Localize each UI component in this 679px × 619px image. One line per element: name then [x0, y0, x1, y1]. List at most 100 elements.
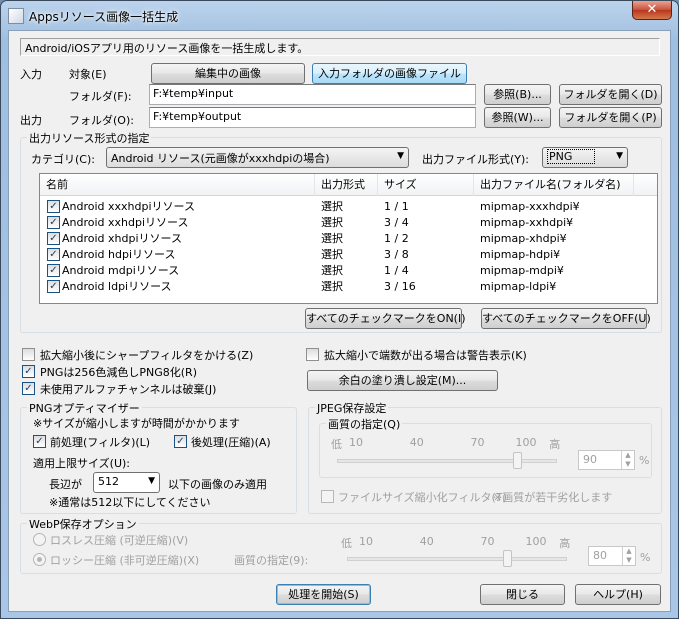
post-process-checkbox[interactable]: ✓ [174, 435, 187, 448]
output-open-folder-button[interactable]: フォルダを開く(P) [559, 107, 662, 128]
spin-up-icon[interactable]: ▲ [621, 451, 634, 460]
resource-row-file: mipmap-xhdpi¥ [480, 232, 567, 245]
title-bar[interactable]: Appsリソース画像一括生成 ✕ [1, 1, 678, 31]
resource-row[interactable]: ✓ Android hdpiリソース 選択 3 / 8 mipmap-hdpi¥ [40, 247, 657, 263]
spin-up-icon[interactable]: ▲ [622, 547, 635, 556]
resource-row[interactable]: ✓ Android xxhdpiリソース 選択 3 / 4 mipmap-xxhdpi¥ [40, 215, 657, 231]
jpeg-group-label: JPEG保存設定 [315, 400, 389, 416]
resource-row-file: mipmap-xxhdpi¥ [480, 216, 574, 229]
limit-note: ※通常は512以下にしてください [49, 496, 211, 509]
output-folder-field[interactable]: F:¥temp¥output [149, 107, 476, 128]
webp-scale-label: 40 [419, 535, 434, 548]
input-open-folder-button[interactable]: フォルダを開く(D) [559, 84, 662, 105]
resource-row-name: Android xxhdpiリソース [62, 216, 189, 229]
column-header-size[interactable]: サイズ [378, 174, 474, 196]
limit-size-label: 適用上限サイズ(U): [33, 457, 131, 470]
sharpen-label[interactable]: 拡大縮小後にシャープフィルタをかける(Z) [40, 347, 253, 363]
png-optimizer-note: ※サイズが縮小しますが時間がかかります [33, 417, 240, 430]
pre-process-label[interactable]: 前処理(フィルタ)(L) [50, 434, 150, 450]
close-window-button[interactable]: ✕ [632, 1, 672, 20]
start-process-button[interactable]: 処理を開始(S) [276, 584, 371, 605]
resource-row-checkbox[interactable]: ✓ [47, 216, 60, 229]
resource-row-name: Android hdpiリソース [62, 248, 176, 261]
check-all-on-button[interactable]: すべてのチェックマークをON(I) [305, 308, 466, 329]
close-button[interactable]: 閉じる [480, 584, 565, 605]
webp-quality-slider-track[interactable] [347, 557, 567, 561]
column-header-name[interactable]: 名前 [40, 174, 315, 196]
long-side-select[interactable]: 512 ▼ [93, 472, 160, 493]
webp-lossy-label[interactable]: ロッシー圧縮 (非可逆圧縮)(X) [50, 552, 199, 568]
webp-lossy-radio[interactable] [33, 553, 46, 566]
output-section-label: 出力 [20, 114, 42, 127]
post-process-label[interactable]: 後処理(圧縮)(A) [191, 434, 271, 450]
webp-scale-label: 低 [341, 537, 352, 550]
help-button[interactable]: ヘルプ(H) [575, 584, 661, 605]
jpeg-quality-value: 90 [583, 453, 597, 466]
png-optimizer-group-label: PNGオプティマイザー [27, 400, 142, 416]
resource-row-format: 選択 [321, 200, 343, 213]
category-select[interactable]: Android リソース(元画像がxxxhdpiの場合) ▼ [106, 147, 409, 168]
jpeg-scale-label: 10 [349, 436, 363, 449]
resource-row-checkbox[interactable]: ✓ [47, 248, 60, 261]
input-folder-label: フォルダ(F): [69, 90, 132, 103]
input-folder-field[interactable]: F:¥temp¥input [149, 84, 476, 105]
target-editing-image-button[interactable]: 編集中の画像 [151, 63, 305, 84]
discard-alpha-checkbox[interactable]: ✓ [22, 382, 35, 395]
resource-row-format: 選択 [321, 248, 343, 261]
resource-row-checkbox[interactable]: ✓ [47, 264, 60, 277]
resource-row-size: 1 / 2 [384, 232, 409, 245]
output-folder-label: フォルダ(O): [69, 114, 134, 127]
output-browse-button[interactable]: 参照(W)... [484, 107, 551, 128]
jpeg-filter-label[interactable]: ファイルサイズ縮小化フィルタ(T) [338, 489, 507, 505]
description-text: Android/iOSアプリ用のリソース画像を一括生成します。 [20, 38, 660, 56]
webp-quality-spinner[interactable]: 80 ▲ ▼ [588, 546, 636, 566]
resource-row-size: 3 / 8 [384, 248, 409, 261]
webp-scale-label: 70 [480, 535, 495, 548]
file-format-select[interactable]: PNG ▼ [542, 147, 628, 168]
resource-row[interactable]: ✓ Android xxxhdpiリソース 選択 1 / 1 mipmap-xxxhdp… [40, 199, 657, 215]
target-input-folder-button[interactable]: 入力フォルダの画像ファイル [312, 63, 467, 84]
jpeg-filter-note: ※画質が若干劣化します [493, 491, 613, 504]
resource-row-checkbox[interactable]: ✓ [47, 232, 60, 245]
pre-process-checkbox[interactable]: ✓ [33, 435, 46, 448]
resource-row-format: 選択 [321, 216, 343, 229]
jpeg-scale-label: 高 [549, 438, 561, 451]
jpeg-filter-checkbox[interactable] [321, 490, 334, 503]
warn-fraction-label[interactable]: 拡大縮小で端数が出る場合は警告表示(K) [324, 347, 527, 363]
resource-row[interactable]: ✓ Android ldpiリソース 選択 3 / 16 mipmap-ldpi¥ [40, 279, 657, 295]
spin-down-icon[interactable]: ▼ [621, 460, 634, 469]
resource-row-file: mipmap-hdpi¥ [480, 248, 561, 261]
webp-quality-slider-thumb[interactable] [503, 550, 512, 567]
input-section-label: 入力 [20, 68, 42, 81]
webp-lossless-label[interactable]: ロスレス圧縮 (可逆圧縮)(V) [50, 532, 188, 548]
resource-row-name: Android xhdpiリソース [62, 232, 182, 245]
resource-row[interactable]: ✓ Android xhdpiリソース 選択 1 / 2 mipmap-xhdpi¥ [40, 231, 657, 247]
resource-row-checkbox[interactable]: ✓ [47, 200, 60, 213]
resource-row-name: Android xxxhdpiリソース [62, 200, 195, 213]
discard-alpha-label[interactable]: 未使用アルファチャンネルは破棄(J) [40, 381, 216, 397]
png8-label[interactable]: PNGは256色減色しPNG8化(R) [40, 364, 197, 380]
jpeg-quality-label: 画質の指定(Q) [326, 416, 403, 432]
file-format-label: 出力ファイル形式(Y): [422, 153, 530, 166]
category-label: カテゴリ(C): [31, 153, 95, 166]
resource-row[interactable]: ✓ Android mdpiリソース 選択 1 / 4 mipmap-mdpi¥ [40, 263, 657, 279]
warn-fraction-checkbox[interactable] [306, 348, 319, 361]
input-browse-button[interactable]: 参照(B)... [484, 84, 551, 105]
jpeg-quality-slider-track[interactable] [337, 459, 557, 463]
column-header-filename[interactable]: 出力ファイル名(フォルダ名) [474, 174, 634, 196]
resource-list[interactable]: 名前 出力形式 サイズ 出力ファイル名(フォルダ名) ✓ Android xxxh… [39, 173, 658, 304]
resource-row-format: 選択 [321, 264, 343, 277]
webp-lossless-radio[interactable] [33, 533, 46, 546]
resource-row-size: 3 / 4 [384, 216, 409, 229]
spin-down-icon[interactable]: ▼ [622, 556, 635, 565]
jpeg-quality-spinner[interactable]: 90 ▲ ▼ [578, 450, 635, 470]
check-all-off-button[interactable]: すべてのチェックマークをOFF(U) [481, 308, 651, 329]
column-header-format[interactable]: 出力形式 [315, 174, 378, 196]
margin-fill-settings-button[interactable]: 余白の塗り潰し設定(M)... [307, 370, 498, 391]
sharpen-checkbox[interactable] [22, 348, 35, 361]
resource-row-file: mipmap-mdpi¥ [480, 264, 564, 277]
jpeg-quality-slider-thumb[interactable] [513, 452, 522, 469]
webp-group-label: WebP保存オプション [27, 516, 139, 532]
png8-checkbox[interactable]: ✓ [22, 365, 35, 378]
resource-row-checkbox[interactable]: ✓ [47, 280, 60, 293]
